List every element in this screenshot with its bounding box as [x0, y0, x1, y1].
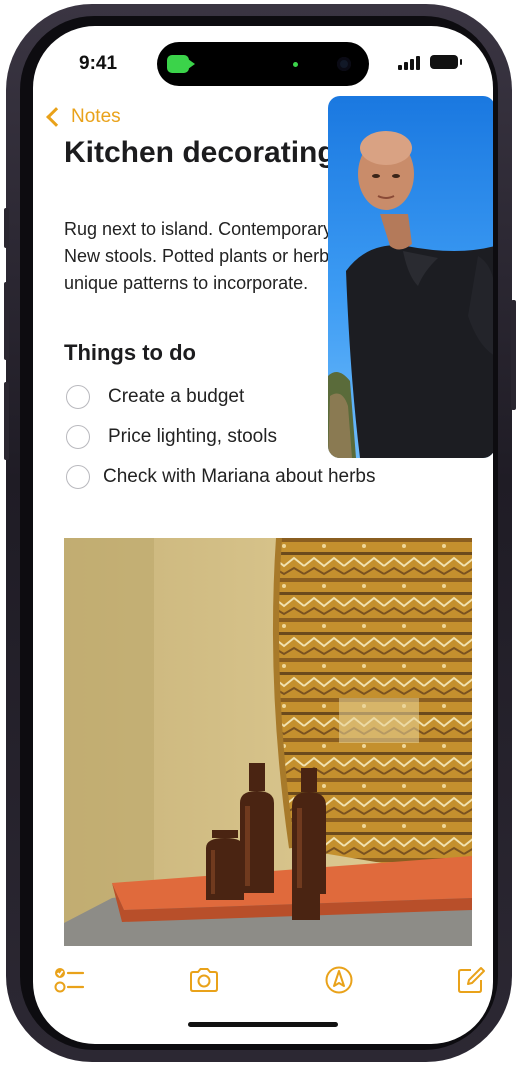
front-camera-lens	[337, 57, 351, 71]
checkbox-circle-icon[interactable]	[66, 385, 90, 409]
camera-in-use-indicator	[293, 62, 298, 67]
checklist-item[interactable]: Create a budget	[66, 385, 244, 409]
screen: 9:41 Notes Kitchen decorating Rug next t…	[33, 26, 493, 1044]
section-heading: Things to do	[64, 340, 196, 365]
battery-icon	[430, 55, 462, 69]
facetime-video-icon	[167, 55, 195, 73]
volume-down-button	[4, 382, 9, 460]
note-photo-attachment[interactable]	[64, 538, 472, 946]
checklist-item[interactable]: Price lighting, stools	[66, 425, 277, 449]
back-button[interactable]: Notes	[43, 106, 121, 128]
facetime-caller-video	[328, 131, 493, 458]
volume-up-button	[4, 282, 9, 360]
dynamic-island[interactable]	[157, 42, 369, 86]
camera-glyph	[190, 968, 218, 992]
checklist-item-label: Price lighting, stools	[108, 426, 277, 447]
checklist-icon[interactable]	[53, 964, 85, 996]
side-button	[511, 300, 516, 410]
compose-glyph	[458, 967, 485, 993]
cellular-signal-icon	[398, 56, 422, 70]
checkbox-circle-icon[interactable]	[66, 425, 90, 449]
markup-icon[interactable]	[323, 964, 355, 996]
chevron-left-icon	[46, 107, 66, 127]
bottles-rug-photo	[64, 538, 472, 946]
status-time: 9:41	[79, 53, 118, 74]
checklist-item-label: Check with Mariana about herbs	[103, 466, 376, 487]
back-label: Notes	[71, 106, 121, 127]
checkbox-circle-icon[interactable]	[66, 465, 90, 489]
checklist-item[interactable]: Check with Mariana about herbs	[66, 465, 375, 489]
camera-icon[interactable]	[188, 964, 220, 996]
action-button	[4, 208, 9, 248]
compose-icon[interactable]	[455, 964, 487, 996]
home-indicator[interactable]	[188, 1022, 338, 1027]
facetime-pip-window[interactable]	[328, 96, 493, 458]
checklist-glyph	[54, 968, 85, 993]
markup-glyph	[325, 966, 353, 994]
checklist-item-label: Create a budget	[108, 386, 245, 407]
note-title[interactable]: Kitchen decorating	[64, 136, 336, 170]
